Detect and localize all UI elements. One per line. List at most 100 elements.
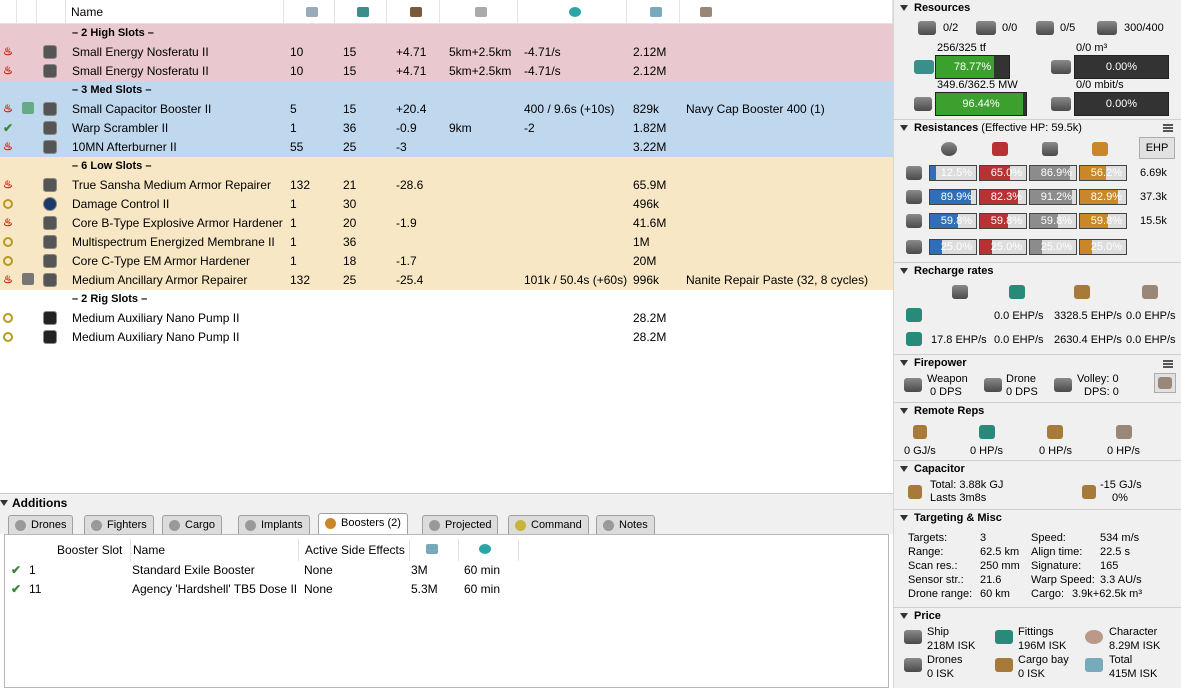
ammo-icon (700, 7, 712, 17)
active-ring-icon[interactable] (3, 311, 15, 323)
overheat-icon[interactable]: ♨ (3, 64, 15, 77)
active-ring-icon[interactable] (3, 254, 15, 266)
ehp-button[interactable]: EHP (1139, 137, 1175, 159)
drone-count: 0/5 (1060, 22, 1076, 34)
menu-icon[interactable] (1163, 360, 1173, 368)
tab-drones[interactable]: Drones (8, 515, 74, 534)
tab-notes[interactable]: Notes (596, 515, 655, 534)
module-row[interactable]: Multispectrum Energized Membrane II 1 36… (0, 233, 893, 252)
booster-row[interactable]: ✔ 11 Agency 'Hardshell' TB5 Dose II None… (5, 580, 885, 599)
active-ring-icon[interactable] (3, 235, 15, 247)
resistances-title[interactable]: Resistances (Effective HP: 59.5k) (900, 122, 1082, 134)
module-row[interactable]: ♨ Core B-Type Explosive Armor Hardener 1… (0, 214, 893, 233)
misc-icon (568, 7, 581, 17)
overheat-icon[interactable]: ♨ (3, 216, 15, 229)
overheat-icon[interactable]: ♨ (3, 102, 15, 115)
powergrid-column-header[interactable] (335, 0, 387, 24)
overheat-icon[interactable]: ♨ (3, 45, 15, 58)
ammo-column-header[interactable] (680, 0, 893, 24)
module-cpu: 1 (290, 197, 297, 211)
overheat-icon[interactable]: ♨ (3, 140, 15, 153)
remote-reps-title[interactable]: Remote Reps (900, 405, 984, 417)
speed-value: 534 m/s (1100, 532, 1140, 544)
booster-row[interactable]: ✔ 1 Standard Exile Booster None 3M 60 mi… (5, 561, 885, 580)
range-column-header[interactable] (440, 0, 518, 24)
charge-column[interactable] (17, 0, 37, 24)
module-row[interactable]: Core C-Type EM Armor Hardener 1 18 -1.7 … (0, 252, 893, 271)
collapse-arrow-icon[interactable] (0, 500, 8, 506)
module-row[interactable]: Damage Control II 1 30 496k (0, 195, 893, 214)
total-icon (1085, 658, 1103, 672)
tab-fighters[interactable]: Fighters (84, 515, 154, 534)
module-row[interactable]: ♨ Small Energy Nosferatu II 10 15 +4.71 … (0, 62, 893, 81)
recharge-value: 0.0 EHP/s (994, 334, 1044, 346)
state-column[interactable] (0, 0, 17, 24)
price-column-header[interactable] (627, 0, 680, 24)
module-row[interactable]: Medium Auxiliary Nano Pump II 28.2M (0, 309, 893, 328)
shield-boost-icon (952, 285, 968, 299)
module-cpu: 1 (290, 121, 297, 135)
resistance-cell: 86.9% (1029, 165, 1077, 181)
section-title: – 6 Low Slots – (72, 160, 152, 172)
module-row[interactable]: Medium Auxiliary Nano Pump II 28.2M (0, 328, 893, 347)
remote-shield-icon (979, 425, 995, 439)
active-ring-icon[interactable] (3, 330, 15, 342)
module-row[interactable]: ♨ Small Capacitor Booster II 5 15 +20.4 … (0, 100, 893, 119)
turret-count: 0/2 (943, 22, 959, 34)
module-cap: -1.7 (396, 254, 417, 268)
recharge-title[interactable]: Recharge rates (900, 265, 994, 277)
side-effects-header[interactable]: Active Side Effects (299, 539, 410, 561)
booster-duration: 60 min (464, 582, 501, 596)
price-title[interactable]: Price (900, 610, 941, 622)
charge-icon (22, 102, 34, 114)
overheat-icon[interactable]: ♨ (3, 178, 15, 191)
overheat-icon[interactable]: ♨ (3, 273, 15, 286)
active-ring-icon[interactable] (3, 197, 15, 209)
name-column-header[interactable]: Name (66, 0, 284, 24)
active-check-icon[interactable]: ✔ (11, 582, 21, 596)
tab-projected[interactable]: Projected (422, 515, 499, 534)
module-name: Medium Auxiliary Nano Pump II (72, 311, 240, 325)
module-row[interactable]: ♨ 10MN Afterburner II 55 25 -3 3.22M (0, 138, 893, 157)
booster-slot: 1 (29, 563, 36, 577)
capacitor-title[interactable]: Capacitor (900, 463, 965, 475)
cpu-column-header[interactable] (284, 0, 335, 24)
tab-implants[interactable]: Implants (238, 515, 310, 534)
capacitor-icon (908, 485, 922, 499)
module-row[interactable]: ♨ True Sansha Medium Armor Repairer 132 … (0, 176, 893, 195)
module-power: 20 (343, 216, 357, 230)
module-price: 3.22M (633, 140, 667, 154)
targeting-title[interactable]: Targeting & Misc (900, 512, 1002, 524)
ship-icon (904, 630, 922, 644)
booster-duration-header[interactable] (459, 539, 519, 561)
resistance-cell: 59.8% (1079, 213, 1127, 229)
explosive-damage-icon (1092, 142, 1108, 156)
tab-boosters[interactable]: Boosters (2) (318, 513, 408, 534)
resources-title[interactable]: Resources (900, 2, 970, 14)
booster-slot-header[interactable]: Booster Slot (51, 539, 131, 561)
menu-icon[interactable] (1163, 124, 1173, 132)
capacitor-column-header[interactable] (387, 0, 440, 24)
armor-layer-icon (906, 190, 922, 204)
module-name: Core B-Type Explosive Armor Hardener (72, 216, 283, 230)
firepower-title[interactable]: Firepower (900, 357, 967, 369)
additions-header[interactable]: Additions (0, 493, 893, 511)
misc-column-header[interactable] (518, 0, 627, 24)
active-check-icon[interactable]: ✔ (11, 563, 21, 577)
booster-name-header[interactable]: Name (127, 539, 299, 561)
powergrid-icon (357, 7, 369, 17)
booster-price-header[interactable] (410, 539, 459, 561)
module-row[interactable]: ♨ Small Energy Nosferatu II 10 15 +4.71 … (0, 43, 893, 62)
resistance-value: 59.8% (990, 215, 1022, 227)
module-misc: -2 (524, 121, 535, 135)
module-row[interactable]: ✔ Warp Scrambler II 1 36 -0.9 9km -2 1.8… (0, 119, 893, 138)
resistance-cell: 25.0% (1029, 239, 1077, 255)
targets-value: 3 (980, 532, 987, 544)
icon-column[interactable] (37, 0, 66, 24)
afterburner-icon (43, 140, 57, 154)
damage-pattern-button[interactable] (1154, 373, 1176, 393)
tab-cargo[interactable]: Cargo (162, 515, 222, 534)
module-row[interactable]: ♨ Medium Ancillary Armor Repairer 132 25… (0, 271, 893, 290)
tab-command[interactable]: Command (508, 515, 589, 534)
online-check-icon[interactable]: ✔ (3, 121, 15, 135)
